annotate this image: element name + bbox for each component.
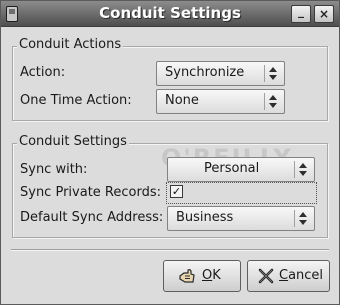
action-select[interactable]: Synchronize (156, 61, 285, 86)
sync-with-label: Sync with: (20, 162, 88, 177)
one-time-action-value: None (165, 93, 199, 108)
title-bar[interactable]: Conduit Settings _ × (1, 1, 339, 27)
select-divider (294, 210, 295, 227)
ok-button[interactable]: OK (163, 260, 241, 292)
default-sync-address-label: Default Sync Address: (20, 210, 164, 225)
window-title: Conduit Settings (99, 4, 241, 22)
close-icon: × (318, 7, 330, 21)
updown-arrows-icon (269, 65, 278, 82)
updown-arrows-icon (269, 93, 278, 110)
updown-arrows-icon (299, 161, 308, 178)
sync-private-records-label: Sync Private Records: (20, 185, 161, 200)
one-time-action-label: One Time Action: (20, 93, 132, 108)
ok-hand-icon (179, 269, 195, 283)
updown-arrows-icon (299, 210, 308, 227)
sync-private-records-checkbox[interactable]: ✓ (170, 185, 183, 198)
close-button[interactable]: × (314, 5, 334, 23)
button-divider (11, 249, 329, 250)
default-sync-address-select[interactable]: Business (167, 206, 315, 231)
action-select-value: Synchronize (165, 65, 245, 80)
conduit-settings-heading: Conduit Settings (17, 134, 129, 149)
conduit-settings-dialog: Conduit Settings _ × O'REILLY Conduit Ac… (0, 0, 340, 305)
cancel-x-icon (258, 268, 274, 284)
one-time-action-select[interactable]: None (156, 89, 285, 114)
conduit-actions-heading: Conduit Actions (17, 37, 124, 52)
cancel-button-label: Cancel (279, 268, 324, 283)
select-divider (264, 93, 265, 110)
select-divider (264, 65, 265, 82)
ok-button-label: OK (202, 268, 221, 283)
sync-private-records-focus[interactable] (166, 182, 317, 204)
cancel-button[interactable]: Cancel (247, 260, 330, 292)
sync-with-select[interactable]: Personal (167, 157, 315, 182)
select-divider (294, 161, 295, 178)
minimize-button[interactable]: _ (291, 5, 311, 23)
action-label: Action: (20, 65, 66, 80)
default-sync-address-value: Business (176, 210, 234, 225)
sync-with-value: Personal (204, 161, 260, 176)
minimize-icon: _ (298, 4, 304, 18)
